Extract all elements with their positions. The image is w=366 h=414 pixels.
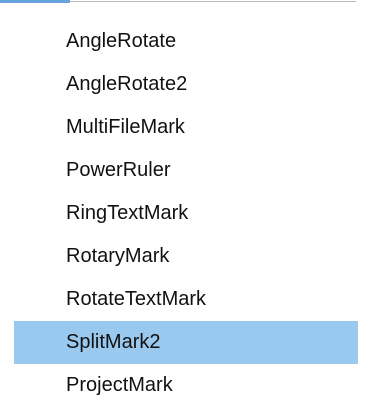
menu-item-anglerotate2[interactable]: AngleRotate2 bbox=[14, 63, 358, 106]
menu-item-multifilemark[interactable]: MultiFileMark bbox=[14, 106, 358, 149]
combo-accent-border bbox=[0, 0, 70, 3]
menu-item-splitmark2[interactable]: SplitMark2 bbox=[14, 321, 358, 364]
menu-item-rotarymark[interactable]: RotaryMark bbox=[14, 235, 358, 278]
menu-item-ringtextmark[interactable]: RingTextMark bbox=[14, 192, 358, 235]
menu-top-border bbox=[70, 1, 356, 2]
dropdown-menu: AngleRotate AngleRotate2 MultiFileMark P… bbox=[0, 0, 366, 414]
menu-list: AngleRotate AngleRotate2 MultiFileMark P… bbox=[14, 20, 358, 407]
menu-item-rotatetextmark[interactable]: RotateTextMark bbox=[14, 278, 358, 321]
menu-item-anglerotate[interactable]: AngleRotate bbox=[14, 20, 358, 63]
menu-item-powerruler[interactable]: PowerRuler bbox=[14, 149, 358, 192]
menu-item-projectmark[interactable]: ProjectMark bbox=[14, 364, 358, 407]
